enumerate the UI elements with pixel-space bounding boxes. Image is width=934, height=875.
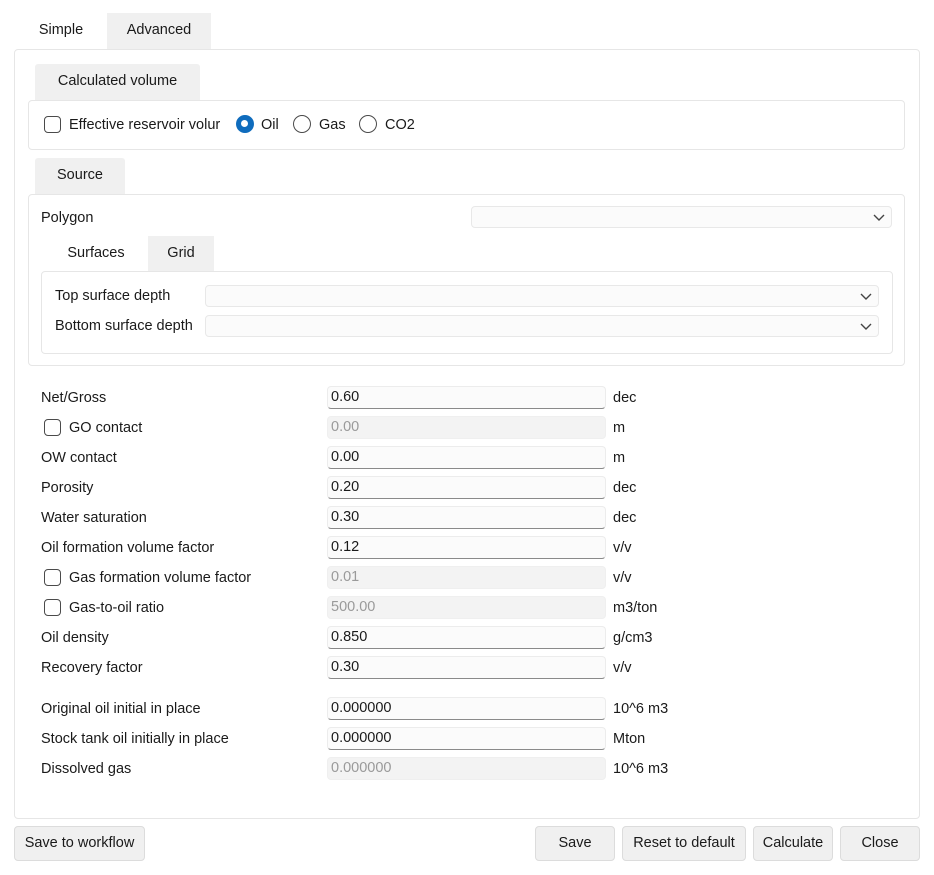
- chevron-down-icon: [860, 323, 872, 330]
- gas-radio[interactable]: [293, 115, 311, 133]
- ooip-unit: 10^6 m3: [613, 701, 669, 717]
- bottom-surface-dropdown[interactable]: [205, 315, 879, 337]
- porosity-input[interactable]: 0.20: [327, 476, 606, 499]
- go-contact-label: GO contact: [69, 420, 143, 436]
- dissolved-gas-unit: 10^6 m3: [613, 761, 669, 777]
- save-to-workflow-button[interactable]: Save to workflow: [14, 826, 145, 861]
- tab-surfaces[interactable]: Surfaces: [43, 236, 149, 272]
- gor-checkbox[interactable]: [44, 599, 61, 616]
- ow-contact-unit: m: [613, 450, 626, 466]
- go-contact-input: 0.00: [327, 416, 606, 439]
- close-button[interactable]: Close: [840, 826, 920, 861]
- water-saturation-unit: dec: [613, 510, 637, 526]
- oil-density-unit: g/cm3: [613, 630, 653, 646]
- recovery-factor-label: Recovery factor: [41, 660, 143, 676]
- gor-label: Gas-to-oil ratio: [69, 600, 165, 616]
- water-saturation-label: Water saturation: [41, 510, 147, 526]
- surfaces-box: [41, 271, 893, 354]
- polygon-label: Polygon: [41, 210, 94, 226]
- calculate-button[interactable]: Calculate: [753, 826, 833, 861]
- ooip-label: Original oil initial in place: [41, 701, 201, 717]
- oil-density-input[interactable]: 0.850: [327, 626, 606, 649]
- gas-fvf-checkbox[interactable]: [44, 569, 61, 586]
- water-saturation-input[interactable]: 0.30: [327, 506, 606, 529]
- oil-fvf-unit: v/v: [613, 540, 632, 556]
- chevron-down-icon: [873, 214, 885, 221]
- top-surface-dropdown[interactable]: [205, 285, 879, 307]
- gas-radio-label: Gas: [319, 117, 346, 133]
- gas-fvf-label: Gas formation volume factor: [69, 570, 252, 586]
- ow-contact-input[interactable]: 0.00: [327, 446, 606, 469]
- ow-contact-label: OW contact: [41, 450, 117, 466]
- top-surface-label: Top surface depth: [55, 288, 171, 304]
- dissolved-gas-output: 0.000000: [327, 757, 606, 780]
- net-gross-unit: dec: [613, 390, 637, 406]
- stoiip-output[interactable]: 0.000000: [327, 727, 606, 750]
- oil-fvf-label: Oil formation volume factor: [41, 540, 215, 556]
- tab-advanced[interactable]: Advanced: [107, 13, 211, 49]
- net-gross-label: Net/Gross: [41, 390, 107, 406]
- effective-volume-label: Effective reservoir volur: [69, 117, 221, 133]
- source-title: Source: [35, 158, 125, 194]
- stoiip-label: Stock tank oil initially in place: [41, 731, 229, 747]
- recovery-factor-input[interactable]: 0.30: [327, 656, 606, 679]
- chevron-down-icon: [860, 293, 872, 300]
- gas-fvf-unit: v/v: [613, 570, 632, 586]
- effective-volume-checkbox[interactable]: [44, 116, 61, 133]
- polygon-dropdown[interactable]: [471, 206, 892, 228]
- go-contact-unit: m: [613, 420, 626, 436]
- save-button[interactable]: Save: [535, 826, 615, 861]
- stoiip-unit: Mton: [613, 731, 646, 747]
- ooip-output[interactable]: 0.000000: [327, 697, 606, 720]
- gas-fvf-input: 0.01: [327, 566, 606, 589]
- tab-simple[interactable]: Simple: [14, 13, 108, 49]
- bottom-surface-label: Bottom surface depth: [55, 318, 193, 334]
- go-contact-checkbox[interactable]: [44, 419, 61, 436]
- calculated-volume-title: Calculated volume: [35, 64, 200, 100]
- reset-to-default-button[interactable]: Reset to default: [622, 826, 746, 861]
- net-gross-input[interactable]: 0.60: [327, 386, 606, 409]
- co2-radio-label: CO2: [385, 117, 415, 133]
- porosity-label: Porosity: [41, 480, 94, 496]
- oil-radio-label: Oil: [261, 117, 279, 133]
- porosity-unit: dec: [613, 480, 637, 496]
- oil-radio[interactable]: [236, 115, 254, 133]
- gor-input: 500.00: [327, 596, 606, 619]
- gor-unit: m3/ton: [613, 600, 658, 616]
- recovery-factor-unit: v/v: [613, 660, 632, 676]
- tab-grid[interactable]: Grid: [148, 236, 214, 272]
- oil-density-label: Oil density: [41, 630, 109, 646]
- co2-radio[interactable]: [359, 115, 377, 133]
- oil-fvf-input[interactable]: 0.12: [327, 536, 606, 559]
- dissolved-gas-label: Dissolved gas: [41, 761, 132, 777]
